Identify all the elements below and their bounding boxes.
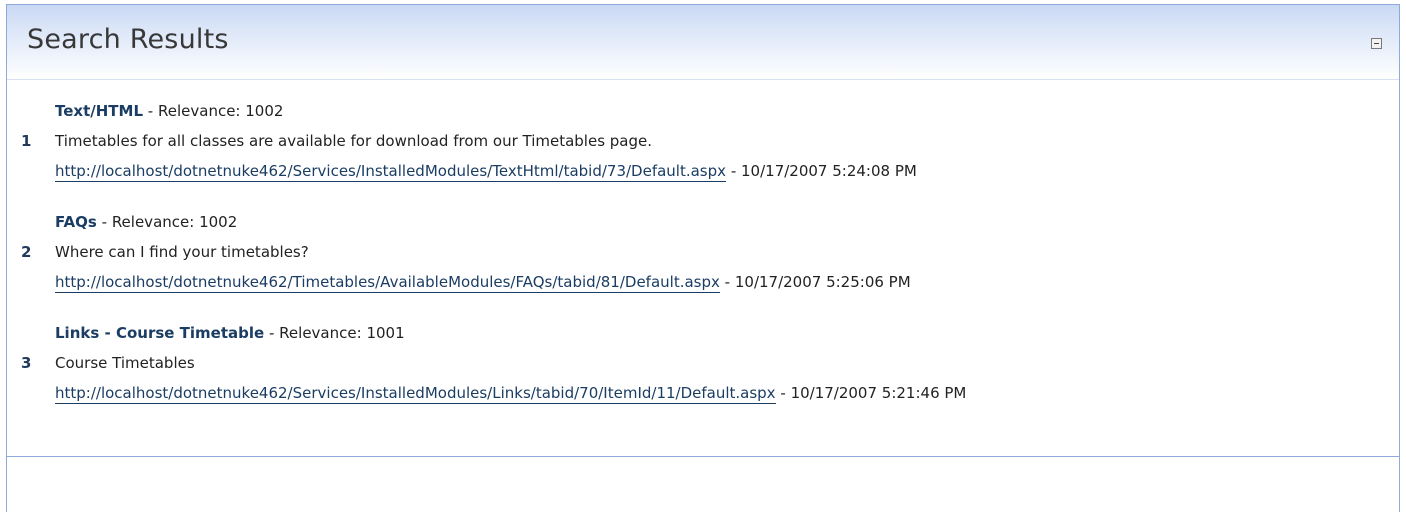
search-result: 2 FAQs - Relevance: 1002 Where can I fin… <box>7 205 1399 301</box>
separator: - <box>724 273 731 291</box>
search-result: 1 Text/HTML - Relevance: 1002 Timetables… <box>7 94 1399 190</box>
result-description: Timetables for all classes are available… <box>55 132 653 150</box>
relevance-value: 1002 <box>245 102 284 120</box>
module-header: Search Results <box>7 5 1399 80</box>
result-date: 10/17/2007 5:24:08 PM <box>741 162 917 180</box>
result-header: Links - Course Timetable - Relevance: 10… <box>55 324 405 342</box>
search-results-module: Search Results 1 Text/HTML - Relevance: … <box>6 4 1400 512</box>
result-header: FAQs - Relevance: 1002 <box>55 213 237 231</box>
result-number: 1 <box>21 132 32 150</box>
separator: - <box>147 102 154 120</box>
relevance-label: Relevance: <box>279 324 362 342</box>
result-link-line: http://localhost/dotnetnuke462/Services/… <box>55 162 917 182</box>
relevance-label: Relevance: <box>111 213 195 231</box>
module-title: Search Results <box>27 24 229 55</box>
result-url-link[interactable]: http://localhost/dotnetnuke462/Services/… <box>55 384 776 404</box>
relevance-value: 1001 <box>366 324 405 342</box>
result-title: Links - Course Timetable <box>55 324 265 342</box>
result-link-line: http://localhost/dotnetnuke462/Timetable… <box>55 273 911 293</box>
minus-box-icon[interactable] <box>1371 38 1382 49</box>
separator: - <box>780 384 786 402</box>
result-description: Where can I find your timetables? <box>55 243 309 261</box>
result-date: 10/17/2007 5:21:46 PM <box>790 384 967 402</box>
minus-bar <box>1374 43 1379 44</box>
result-description: Course Timetables <box>55 354 195 372</box>
separator: - <box>101 213 108 231</box>
result-link-line: http://localhost/dotnetnuke462/Services/… <box>55 384 967 404</box>
relevance-value: 1002 <box>199 213 238 231</box>
result-url-link[interactable]: http://localhost/dotnetnuke462/Services/… <box>55 162 727 182</box>
result-number: 3 <box>21 354 32 372</box>
search-result: 3 Links - Course Timetable - Relevance: … <box>7 316 1399 412</box>
result-date: 10/17/2007 5:25:06 PM <box>734 273 911 291</box>
separator: - <box>730 162 737 180</box>
result-title: FAQs <box>55 213 97 231</box>
result-number: 2 <box>21 243 32 261</box>
result-url-link[interactable]: http://localhost/dotnetnuke462/Timetable… <box>55 273 720 293</box>
separator: - <box>268 324 275 342</box>
result-title: Text/HTML <box>55 102 144 120</box>
result-header: Text/HTML - Relevance: 1002 <box>55 102 283 120</box>
footer-divider <box>7 456 1399 457</box>
relevance-label: Relevance: <box>158 102 241 120</box>
